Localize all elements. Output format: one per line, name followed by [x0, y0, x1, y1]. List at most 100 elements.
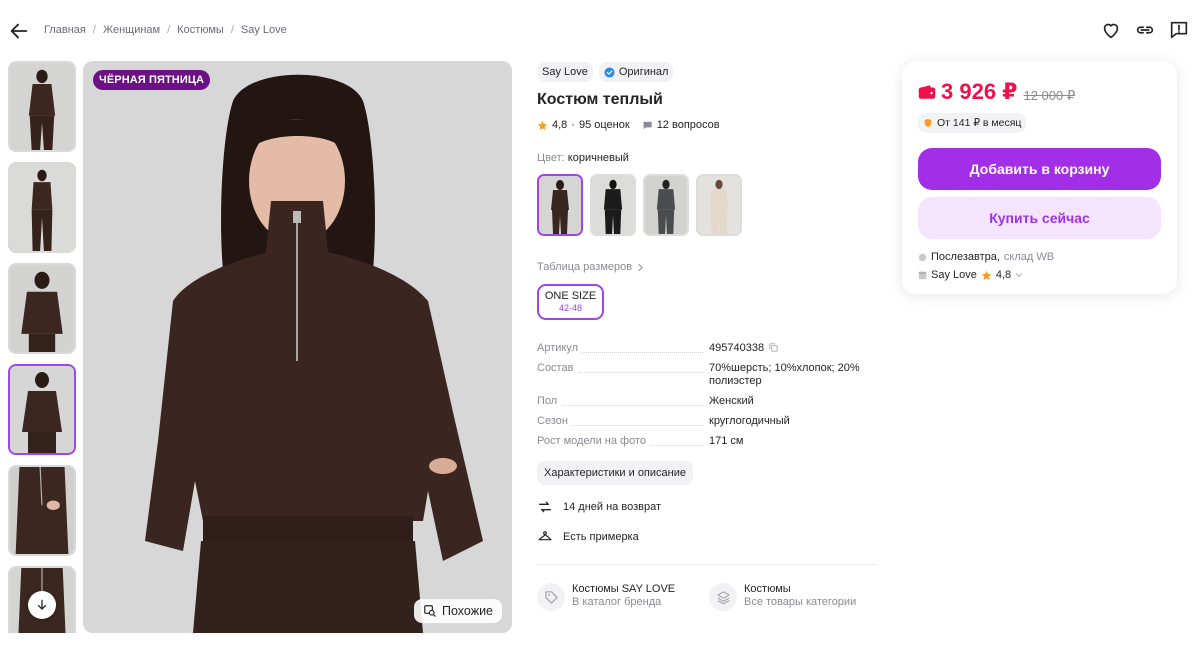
- thumbnail-1[interactable]: [8, 61, 76, 152]
- chevron-down-icon: [1016, 273, 1023, 277]
- brand-catalog-link[interactable]: Костюмы SAY LOVE В каталог бренда: [537, 583, 697, 611]
- purchase-card: 3 926 ₽ 12 000 ₽ От 141 ₽ в месяц Добави…: [902, 61, 1177, 294]
- delivery-info: Послезавтра, склад WB: [918, 251, 1161, 263]
- size-table-label: Таблица размеров: [537, 261, 633, 273]
- size-name: ONE SIZE: [544, 290, 597, 302]
- product-image: [83, 61, 512, 633]
- size-table-link[interactable]: Таблица размеров: [537, 261, 877, 273]
- spec-value: 171 см: [709, 435, 744, 447]
- delivery-place: склад WB: [1003, 251, 1055, 263]
- color-option-grey[interactable]: [643, 174, 689, 236]
- verified-icon: [604, 66, 615, 78]
- spec-key: Рост модели на фото: [537, 435, 651, 447]
- buy-now-button[interactable]: Купить сейчас: [918, 197, 1161, 239]
- thumbnail-3[interactable]: [8, 263, 76, 354]
- breadcrumb: Главная / Женщинам / Костюмы / Say Love: [44, 24, 287, 36]
- seller-name: Say Love: [931, 269, 977, 281]
- description-button[interactable]: Характеристики и описание: [537, 461, 693, 485]
- color-option-beige[interactable]: [696, 174, 742, 236]
- product-info: Say Love Оригинал Костюм теплый 4,8 · 95 о…: [537, 60, 877, 611]
- top-actions: [1100, 19, 1190, 41]
- link-icon[interactable]: [1134, 19, 1156, 41]
- main-product-photo[interactable]: ЧЁРНАЯ ПЯТНИЦА Похожие: [83, 61, 512, 633]
- brand-chip[interactable]: Say Love: [537, 62, 593, 82]
- spec-key: Пол: [537, 395, 562, 407]
- brand-name: Say Love: [542, 66, 588, 78]
- spec-key: Сезон: [537, 415, 572, 427]
- questions-count: 12 вопросов: [656, 119, 720, 131]
- category-links: Костюмы SAY LOVE В каталог бренда Костюмы…: [537, 583, 877, 611]
- price-row: 3 926 ₽ 12 000 ₽: [918, 79, 1161, 105]
- feature-fitting-label: Есть примерка: [563, 531, 639, 543]
- report-icon[interactable]: [1168, 19, 1190, 41]
- installment-text: От 141 ₽ в месяц: [937, 117, 1022, 129]
- breadcrumb-home[interactable]: Главная: [44, 24, 86, 36]
- color-label: Цвет: коричневый: [537, 152, 629, 164]
- old-price: 12 000 ₽: [1023, 88, 1076, 103]
- black-friday-badge: ЧЁРНАЯ ПЯТНИЦА: [93, 70, 211, 90]
- brand-row: Say Love Оригинал: [537, 62, 877, 82]
- spec-row: Пол Женский: [537, 395, 877, 408]
- wallet-icon: [918, 85, 936, 99]
- similar-button[interactable]: Похожие: [413, 599, 502, 623]
- brand-catalog-title: Костюмы SAY LOVE: [572, 583, 676, 595]
- rating-link[interactable]: 4,8 · 95 оценок: [537, 119, 630, 131]
- return-icon: [539, 501, 551, 513]
- original-chip[interactable]: Оригинал: [598, 62, 674, 82]
- installment-badge[interactable]: От 141 ₽ в месяц: [918, 113, 1027, 133]
- color-option-brown[interactable]: [537, 174, 583, 236]
- thumbnail-4[interactable]: [8, 364, 76, 455]
- spec-row: Артикул 495740338: [537, 342, 877, 355]
- size-option[interactable]: ONE SIZE 42-48: [537, 284, 604, 320]
- similar-label: Похожие: [441, 604, 493, 618]
- reviews-count: 95 оценок: [578, 119, 630, 131]
- spec-value: 70%шерсть; 10%хлопок; 20% полиэстер: [709, 362, 860, 387]
- size-range: 42-48: [558, 303, 583, 313]
- tag-icon: [544, 590, 558, 604]
- copy-icon[interactable]: [768, 342, 779, 353]
- product-title: Костюм теплый: [537, 91, 663, 108]
- shield-icon: [924, 118, 932, 128]
- spec-key: Артикул: [537, 342, 583, 354]
- color-options: [537, 174, 877, 236]
- seller-rating: 4,8: [995, 269, 1012, 281]
- spec-row: Состав 70%шерсть; 10%хлопок; 20% полиэст…: [537, 362, 877, 388]
- spec-key: Состав: [537, 362, 578, 374]
- add-to-cart-button[interactable]: Добавить в корзину: [918, 148, 1161, 190]
- divider: [537, 564, 876, 565]
- category-link[interactable]: Костюмы Все товары категории: [709, 583, 869, 611]
- price-value: 3 926 ₽: [941, 79, 1018, 104]
- spec-value: 495740338: [709, 342, 765, 354]
- brand-catalog-subtitle: В каталог бренда: [572, 596, 662, 608]
- heart-icon[interactable]: [1100, 19, 1122, 41]
- star-icon: [537, 120, 548, 130]
- thumbnail-list: [8, 61, 76, 633]
- layers-icon: [716, 590, 730, 604]
- top-bar: Главная / Женщинам / Костюмы / Say Love: [0, 0, 1200, 60]
- questions-link[interactable]: 12 вопросов: [642, 119, 720, 131]
- color-value: коричневый: [567, 152, 629, 164]
- delivery-day: Послезавтра,: [931, 251, 1000, 263]
- seller-info[interactable]: Say Love 4,8: [918, 269, 1161, 281]
- spec-value: круглогодичный: [709, 415, 790, 427]
- current-price: 3 926 ₽: [918, 79, 1017, 105]
- spec-row: Рост модели на фото 171 см: [537, 435, 877, 448]
- color-option-black[interactable]: [590, 174, 636, 236]
- rating-row: 4,8 · 95 оценок 12 вопросов: [537, 119, 877, 131]
- category-title: Костюмы: [744, 583, 791, 595]
- back-arrow-icon[interactable]: [8, 20, 30, 42]
- feature-fitting: Есть примерка: [537, 529, 877, 545]
- thumbnail-5[interactable]: [8, 465, 76, 556]
- breadcrumb-suits[interactable]: Костюмы: [177, 24, 224, 36]
- breadcrumb-women[interactable]: Женщинам: [103, 24, 160, 36]
- rating-value: 4,8: [552, 119, 568, 131]
- category-subtitle: Все товары категории: [744, 596, 857, 608]
- specs-table: Артикул 495740338 Состав 70%шерсть; 10%х…: [537, 342, 877, 448]
- search-similar-icon: [424, 605, 436, 617]
- thumbnail-2[interactable]: [8, 162, 76, 253]
- scroll-down-button[interactable]: [28, 591, 56, 619]
- breadcrumb-brand[interactable]: Say Love: [241, 24, 287, 36]
- feature-return: 14 дней на возврат: [537, 499, 877, 515]
- spec-value: Женский: [709, 395, 754, 407]
- original-label: Оригинал: [618, 66, 669, 78]
